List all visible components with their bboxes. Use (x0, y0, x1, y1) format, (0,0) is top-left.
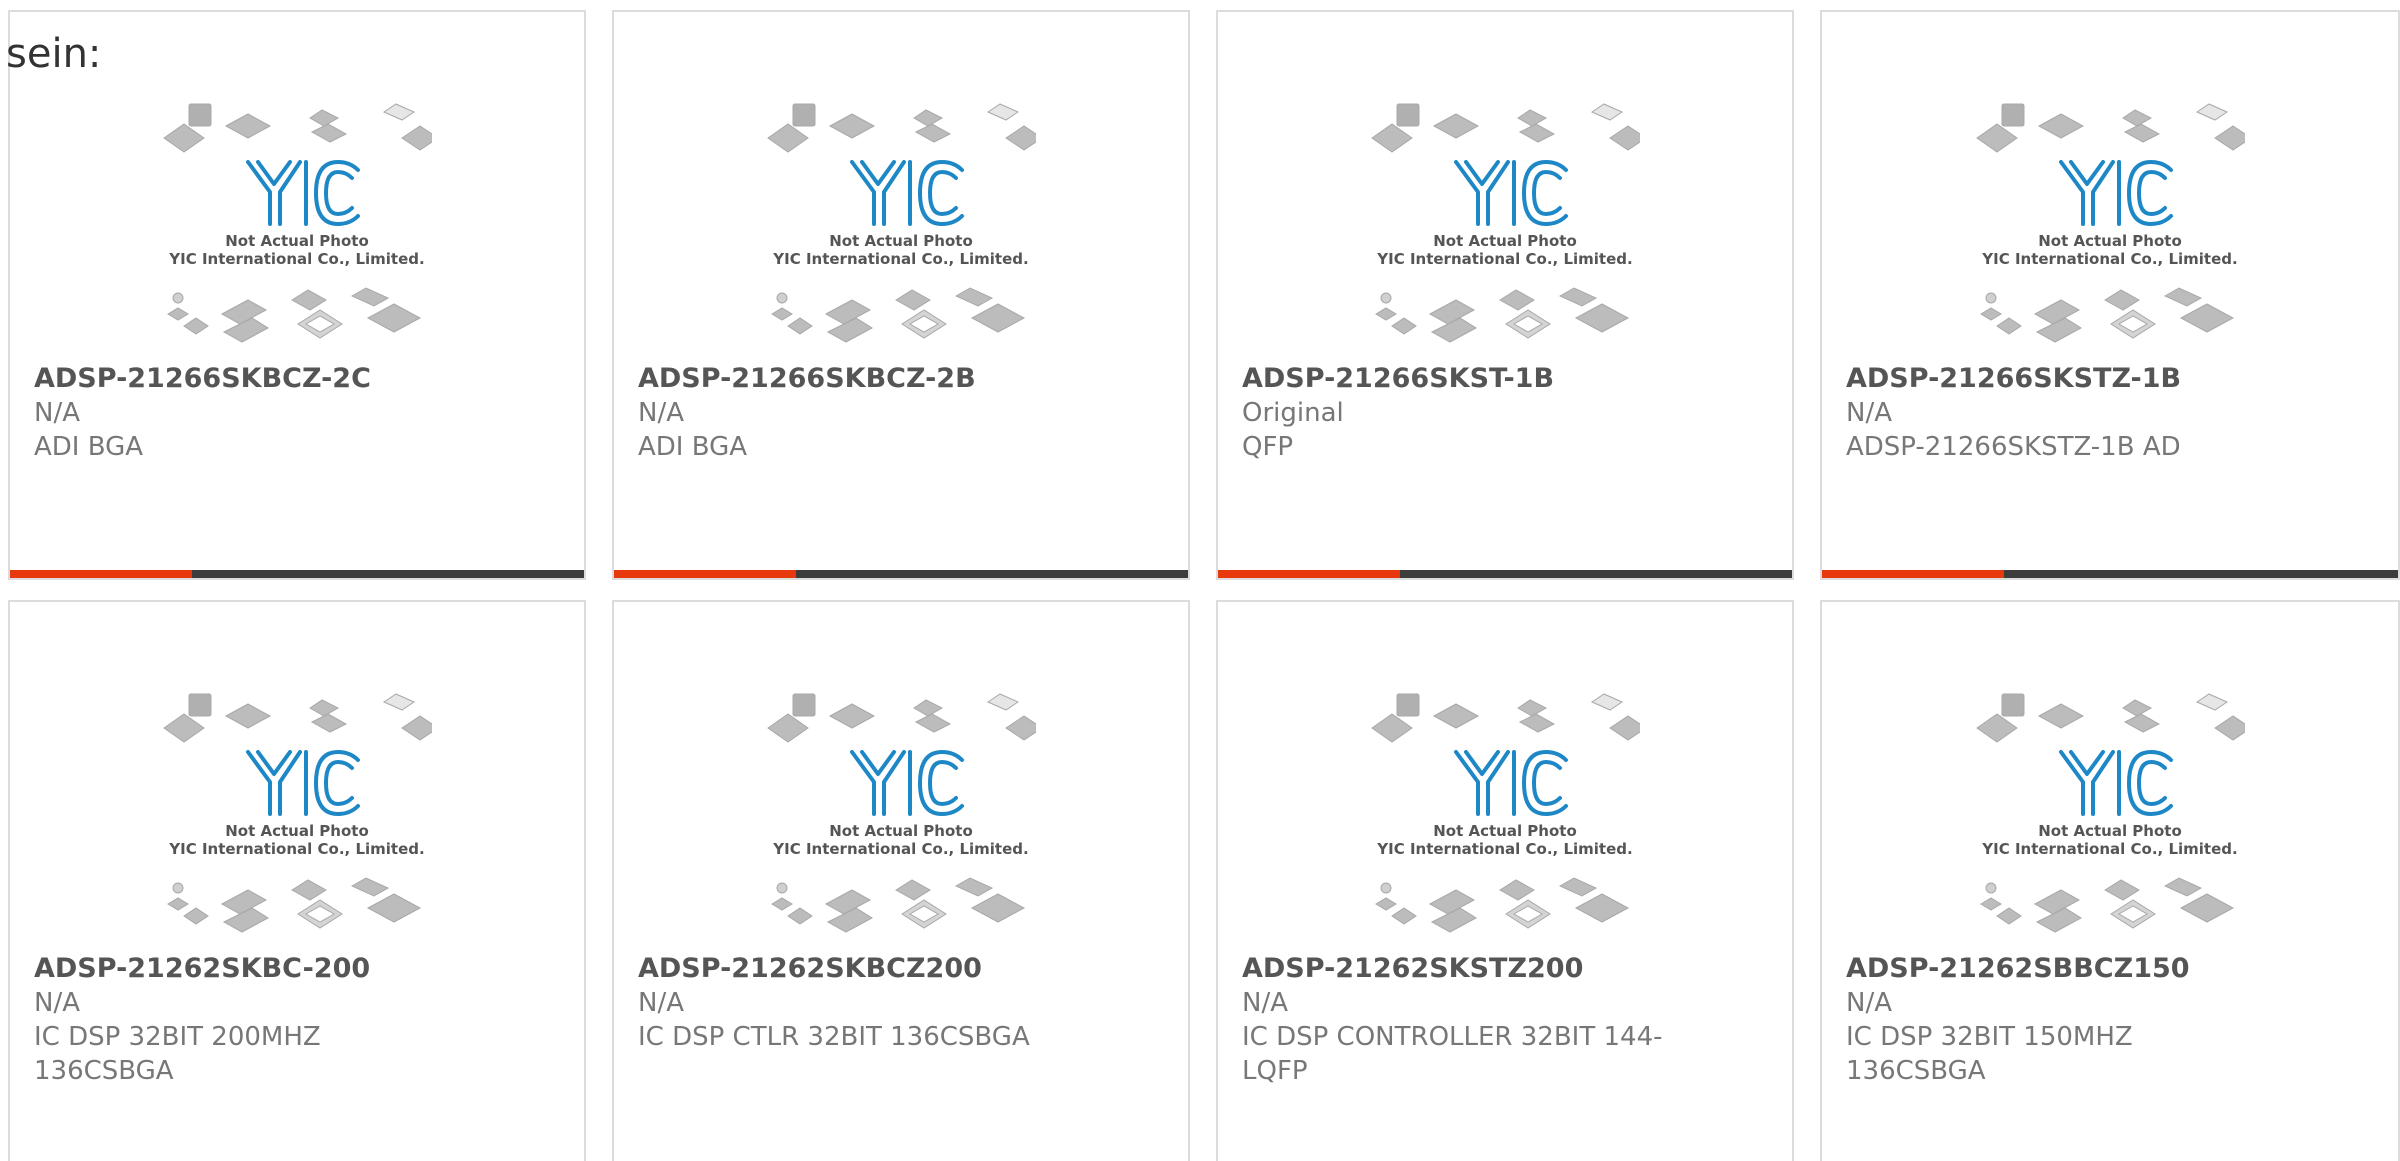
product-placeholder-image: Not Actual Photo YIC International Co., … (1371, 693, 1640, 933)
card-accent-bar (614, 570, 1188, 578)
description: ADI BGA (34, 432, 144, 462)
product-grid-row-2: Not Actual Photo YIC International Co., … (8, 600, 2400, 1161)
caption-not-actual-photo: Not Actual Photo (829, 232, 973, 250)
product-card[interactable]: Not Actual Photo YIC International Co., … (612, 10, 1190, 580)
caption-company-name: YIC International Co., Limited. (772, 840, 1028, 858)
product-info: ADSP-21266SKBCZ-2C N/A ADI BGA (34, 362, 560, 464)
caption-company-name: YIC International Co., Limited. (1376, 250, 1632, 268)
product-card[interactable]: Not Actual Photo YIC International Co., … (8, 600, 586, 1161)
caption-not-actual-photo: Not Actual Photo (1433, 822, 1577, 840)
product-image[interactable]: Not Actual Photo YIC International Co., … (10, 690, 584, 940)
product-card[interactable]: Not Actual Photo YIC International Co., … (1820, 600, 2400, 1161)
product-info: ADSP-21266SKBCZ-2B N/A ADI BGA (638, 362, 1164, 464)
caption-company-name: YIC International Co., Limited. (1376, 840, 1632, 858)
description: QFP (1242, 432, 1294, 462)
description: IC DSP 32BIT 150MHZ 136CSBGA (1846, 1022, 2133, 1086)
card-accent-segment (1218, 570, 1400, 578)
product-placeholder-image: Not Actual Photo YIC International Co., … (1371, 103, 1640, 343)
intro-text: sein: (6, 31, 102, 77)
part-number[interactable]: ADSP-21266SKBCZ-2C (34, 362, 560, 396)
condition: N/A (1846, 988, 1892, 1018)
yic-logo-icon (2059, 160, 2173, 226)
product-image[interactable]: Not Actual Photo YIC International Co., … (614, 100, 1188, 350)
condition: N/A (1242, 988, 1288, 1018)
caption-company-name: YIC International Co., Limited. (1981, 840, 2237, 858)
yic-logo-icon (246, 160, 360, 226)
product-placeholder-image: Not Actual Photo YIC International Co., … (163, 103, 432, 343)
product-image[interactable]: Not Actual Photo YIC International Co., … (10, 100, 584, 350)
product-image[interactable]: Not Actual Photo YIC International Co., … (1218, 690, 1792, 940)
caption-not-actual-photo: Not Actual Photo (225, 232, 369, 250)
product-placeholder-image: Not Actual Photo YIC International Co., … (1976, 693, 2245, 933)
part-number[interactable]: ADSP-21266SKSTZ-1B (1846, 362, 2374, 396)
card-accent-bar (1218, 570, 1792, 578)
description: ADI BGA (638, 432, 748, 462)
caption-company-name: YIC International Co., Limited. (168, 840, 424, 858)
card-accent-bar (1822, 570, 2398, 578)
product-card[interactable]: Not Actual Photo YIC International Co., … (8, 10, 586, 580)
caption-company-name: YIC International Co., Limited. (1981, 250, 2237, 268)
part-number[interactable]: ADSP-21262SBBCZ150 (1846, 952, 2374, 986)
condition: N/A (34, 398, 80, 428)
caption-not-actual-photo: Not Actual Photo (225, 822, 369, 840)
yic-logo-icon (1454, 160, 1568, 226)
card-accent-segment (614, 570, 796, 578)
card-accent-bar (10, 570, 584, 578)
page: Not Actual Photo YIC International Co., … (0, 0, 2400, 1161)
part-number[interactable]: ADSP-21266SKBCZ-2B (638, 362, 1164, 396)
yic-logo-icon (850, 750, 964, 816)
caption-company-name: YIC International Co., Limited. (168, 250, 424, 268)
part-number[interactable]: ADSP-21262SKBC-200 (34, 952, 560, 986)
condition: N/A (1846, 398, 1892, 428)
yic-logo-icon (2059, 750, 2173, 816)
product-card[interactable]: Not Actual Photo YIC International Co., … (1820, 10, 2400, 580)
card-accent-segment (1822, 570, 2004, 578)
product-image[interactable]: Not Actual Photo YIC International Co., … (1822, 690, 2398, 940)
description: ADSP-21266SKSTZ-1B AD (1846, 432, 2181, 462)
product-card[interactable]: Not Actual Photo YIC International Co., … (1216, 10, 1794, 580)
product-image[interactable]: Not Actual Photo YIC International Co., … (1822, 100, 2398, 350)
product-image[interactable]: Not Actual Photo YIC International Co., … (1218, 100, 1792, 350)
description: IC DSP 32BIT 200MHZ 136CSBGA (34, 1022, 321, 1086)
caption-company-name: YIC International Co., Limited. (772, 250, 1028, 268)
product-placeholder-image: Not Actual Photo YIC International Co., … (163, 693, 432, 933)
product-info: ADSP-21262SKSTZ200 N/A IC DSP CONTROLLER… (1242, 952, 1768, 1088)
product-placeholder-image: Not Actual Photo YIC International Co., … (767, 693, 1036, 933)
description: IC DSP CTLR 32BIT 136CSBGA (638, 1022, 1030, 1052)
caption-not-actual-photo: Not Actual Photo (2038, 232, 2182, 250)
condition: N/A (638, 988, 684, 1018)
product-info: ADSP-21262SKBC-200 N/A IC DSP 32BIT 200M… (34, 952, 560, 1088)
yic-logo-icon (850, 160, 964, 226)
product-info: ADSP-21262SBBCZ150 N/A IC DSP 32BIT 150M… (1846, 952, 2374, 1088)
caption-not-actual-photo: Not Actual Photo (829, 822, 973, 840)
condition: Original (1242, 398, 1344, 428)
description: IC DSP CONTROLLER 32BIT 144-LQFP (1242, 1022, 1663, 1086)
product-card[interactable]: Not Actual Photo YIC International Co., … (1216, 600, 1794, 1161)
caption-not-actual-photo: Not Actual Photo (1433, 232, 1577, 250)
yic-logo-icon (246, 750, 360, 816)
condition: N/A (34, 988, 80, 1018)
product-placeholder-image: Not Actual Photo YIC International Co., … (1976, 103, 2245, 343)
product-card[interactable]: Not Actual Photo YIC International Co., … (612, 600, 1190, 1161)
condition: N/A (638, 398, 684, 428)
caption-not-actual-photo: Not Actual Photo (2038, 822, 2182, 840)
product-info: ADSP-21266SKST-1B Original QFP (1242, 362, 1768, 464)
product-info: ADSP-21262SKBCZ200 N/A IC DSP CTLR 32BIT… (638, 952, 1164, 1054)
yic-logo-icon (1454, 750, 1568, 816)
card-accent-segment (10, 570, 192, 578)
product-placeholder-image: Not Actual Photo YIC International Co., … (767, 103, 1036, 343)
part-number[interactable]: ADSP-21266SKST-1B (1242, 362, 1768, 396)
product-info: ADSP-21266SKSTZ-1B N/A ADSP-21266SKSTZ-1… (1846, 362, 2374, 464)
product-grid: Not Actual Photo YIC International Co., … (8, 10, 2400, 580)
part-number[interactable]: ADSP-21262SKBCZ200 (638, 952, 1164, 986)
product-image[interactable]: Not Actual Photo YIC International Co., … (614, 690, 1188, 940)
part-number[interactable]: ADSP-21262SKSTZ200 (1242, 952, 1768, 986)
